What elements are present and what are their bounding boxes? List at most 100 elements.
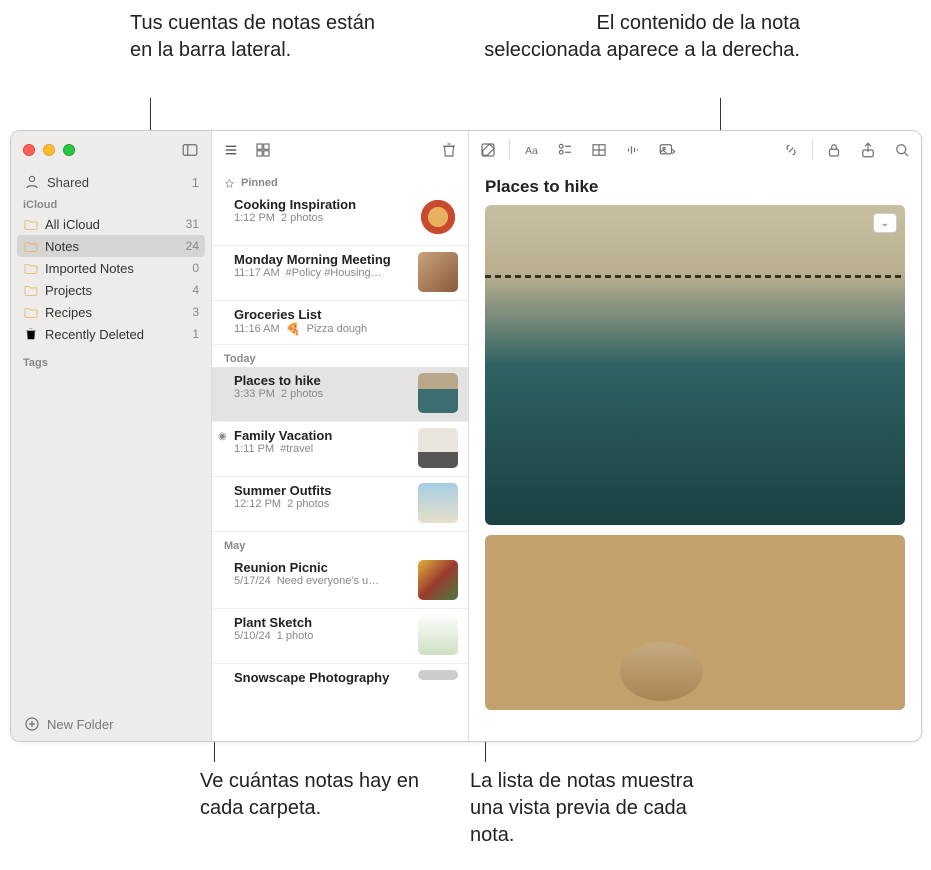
svg-text:Aa: Aa	[525, 145, 538, 157]
sidebar-item-projects[interactable]: Projects 4	[11, 279, 211, 301]
note-thumbnail	[418, 252, 458, 292]
note-preview: 1 photo	[277, 630, 314, 642]
folder-icon	[23, 282, 39, 298]
note-title: Family Vacation	[234, 428, 410, 443]
note-time: 1:12 PM	[234, 212, 275, 224]
media-menu-icon[interactable]	[658, 141, 676, 159]
note-preview: Need everyone's u…	[277, 575, 379, 587]
list-toolbar	[212, 131, 468, 169]
note-time: 1:11 PM	[234, 443, 274, 455]
sidebar-item-label: Recipes	[45, 305, 186, 320]
compose-icon[interactable]	[479, 141, 497, 159]
note-row[interactable]: Snowscape Photography	[212, 664, 468, 693]
sidebar-item-count: 24	[186, 239, 199, 253]
sidebar-item-all-icloud[interactable]: All iCloud 31	[11, 213, 211, 235]
note-row[interactable]: Cooking Inspiration 1:12 PM 2 photos	[212, 191, 468, 246]
callout-top-left: Tus cuentas de notas están en la barra l…	[130, 10, 390, 64]
pin-icon	[224, 178, 235, 189]
note-thumbnail	[418, 560, 458, 600]
new-folder-button[interactable]: New Folder	[11, 707, 211, 741]
sidebar-item-count: 0	[192, 261, 199, 275]
plus-circle-icon	[23, 715, 41, 733]
callout-bottom-left: Ve cuántas notas hay en cada carpeta.	[200, 768, 460, 822]
note-row[interactable]: ◉ Family Vacation 1:11 PM#travel	[212, 422, 468, 477]
pizza-icon: 🍕	[286, 322, 301, 336]
share-icon[interactable]	[859, 141, 877, 159]
section-label: May	[224, 540, 245, 552]
note-row[interactable]: Groceries List 11:16 AM 🍕 Pizza dough	[212, 301, 468, 345]
note-title: Summer Outfits	[234, 483, 410, 498]
note-row[interactable]: Reunion Picnic 5/17/24 Need everyone's u…	[212, 554, 468, 609]
sidebar-item-shared[interactable]: Shared 1	[11, 169, 211, 195]
sidebar-item-count: 3	[192, 305, 199, 319]
shared-icon	[23, 173, 41, 191]
section-label: Pinned	[241, 177, 278, 189]
folder-icon	[23, 304, 39, 320]
list-view-icon[interactable]	[222, 141, 240, 159]
sidebar-item-recently-deleted[interactable]: Recently Deleted 1	[11, 323, 211, 345]
folder-icon	[23, 216, 39, 232]
note-thumbnail	[418, 615, 458, 655]
section-today: Today	[212, 345, 468, 367]
window-controls	[23, 144, 75, 156]
toggle-sidebar-icon[interactable]	[181, 141, 199, 159]
sidebar-item-recipes[interactable]: Recipes 3	[11, 301, 211, 323]
note-title: Groceries List	[234, 307, 458, 322]
section-label: Today	[224, 353, 256, 365]
table-icon[interactable]	[590, 141, 608, 159]
lock-menu-icon[interactable]	[825, 141, 843, 159]
note-time: 12:12 PM	[234, 498, 281, 510]
sidebar-item-notes[interactable]: Notes 24	[17, 235, 205, 257]
note-thumbnail	[418, 483, 458, 523]
note-title: Places to hike	[234, 373, 410, 388]
editor-toolbar: Aa	[469, 131, 921, 169]
note-thumbnail	[418, 373, 458, 413]
note-thumbnail	[418, 428, 458, 468]
note-row[interactable]: Monday Morning Meeting 11:17 AM#Policy #…	[212, 246, 468, 301]
note-title: Cooking Inspiration	[234, 197, 410, 212]
sidebar-item-imported[interactable]: Imported Notes 0	[11, 257, 211, 279]
minimize-window-button[interactable]	[43, 144, 55, 156]
note-photo[interactable]	[485, 535, 905, 710]
note-title: Plant Sketch	[234, 615, 410, 630]
note-preview: Pizza dough	[307, 323, 368, 335]
editor-body[interactable]: Places to hike ⌄	[469, 169, 921, 741]
format-text-icon[interactable]: Aa	[522, 141, 540, 159]
note-time: 11:16 AM	[234, 323, 280, 335]
photo-expand-button[interactable]: ⌄	[873, 213, 897, 233]
audio-icon[interactable]	[624, 141, 642, 159]
note-title: Monday Morning Meeting	[234, 252, 410, 267]
delete-note-icon[interactable]	[440, 141, 458, 159]
note-time: 5/17/24	[234, 575, 271, 587]
sidebar-item-count: 4	[192, 283, 199, 297]
folder-icon	[23, 260, 39, 276]
sidebar-item-label: Imported Notes	[45, 261, 186, 276]
note-photo[interactable]: ⌄	[485, 205, 905, 525]
note-title: Reunion Picnic	[234, 560, 410, 575]
zoom-window-button[interactable]	[63, 144, 75, 156]
note-row[interactable]: Summer Outfits 12:12 PM 2 photos	[212, 477, 468, 532]
note-row[interactable]: Places to hike 3:33 PM2 photos	[212, 367, 468, 422]
titlebar	[11, 131, 211, 169]
note-title: Snowscape Photography	[234, 670, 410, 685]
sidebar-account-label: iCloud	[11, 195, 211, 213]
note-row[interactable]: Plant Sketch 5/10/241 photo	[212, 609, 468, 664]
sidebar-tags-label: Tags	[11, 353, 211, 371]
callout-bottom-right: La lista de notas muestra una vista prev…	[470, 768, 730, 849]
new-folder-label: New Folder	[47, 717, 113, 732]
note-preview: 2 photos	[281, 212, 323, 224]
note-preview: 2 photos	[287, 498, 329, 510]
note-thumbnail	[418, 670, 458, 680]
grid-view-icon[interactable]	[254, 141, 272, 159]
checklist-icon[interactable]	[556, 141, 574, 159]
sidebar-item-count: 31	[186, 217, 199, 231]
sidebar-item-count: 1	[192, 327, 199, 341]
close-window-button[interactable]	[23, 144, 35, 156]
shared-count: 1	[192, 175, 199, 190]
sidebar-item-label: Recently Deleted	[45, 327, 186, 342]
note-editor-title: Places to hike	[485, 177, 905, 197]
sidebar-item-label: Notes	[45, 239, 180, 254]
link-icon[interactable]	[782, 141, 800, 159]
section-may: May	[212, 532, 468, 554]
search-icon[interactable]	[893, 141, 911, 159]
